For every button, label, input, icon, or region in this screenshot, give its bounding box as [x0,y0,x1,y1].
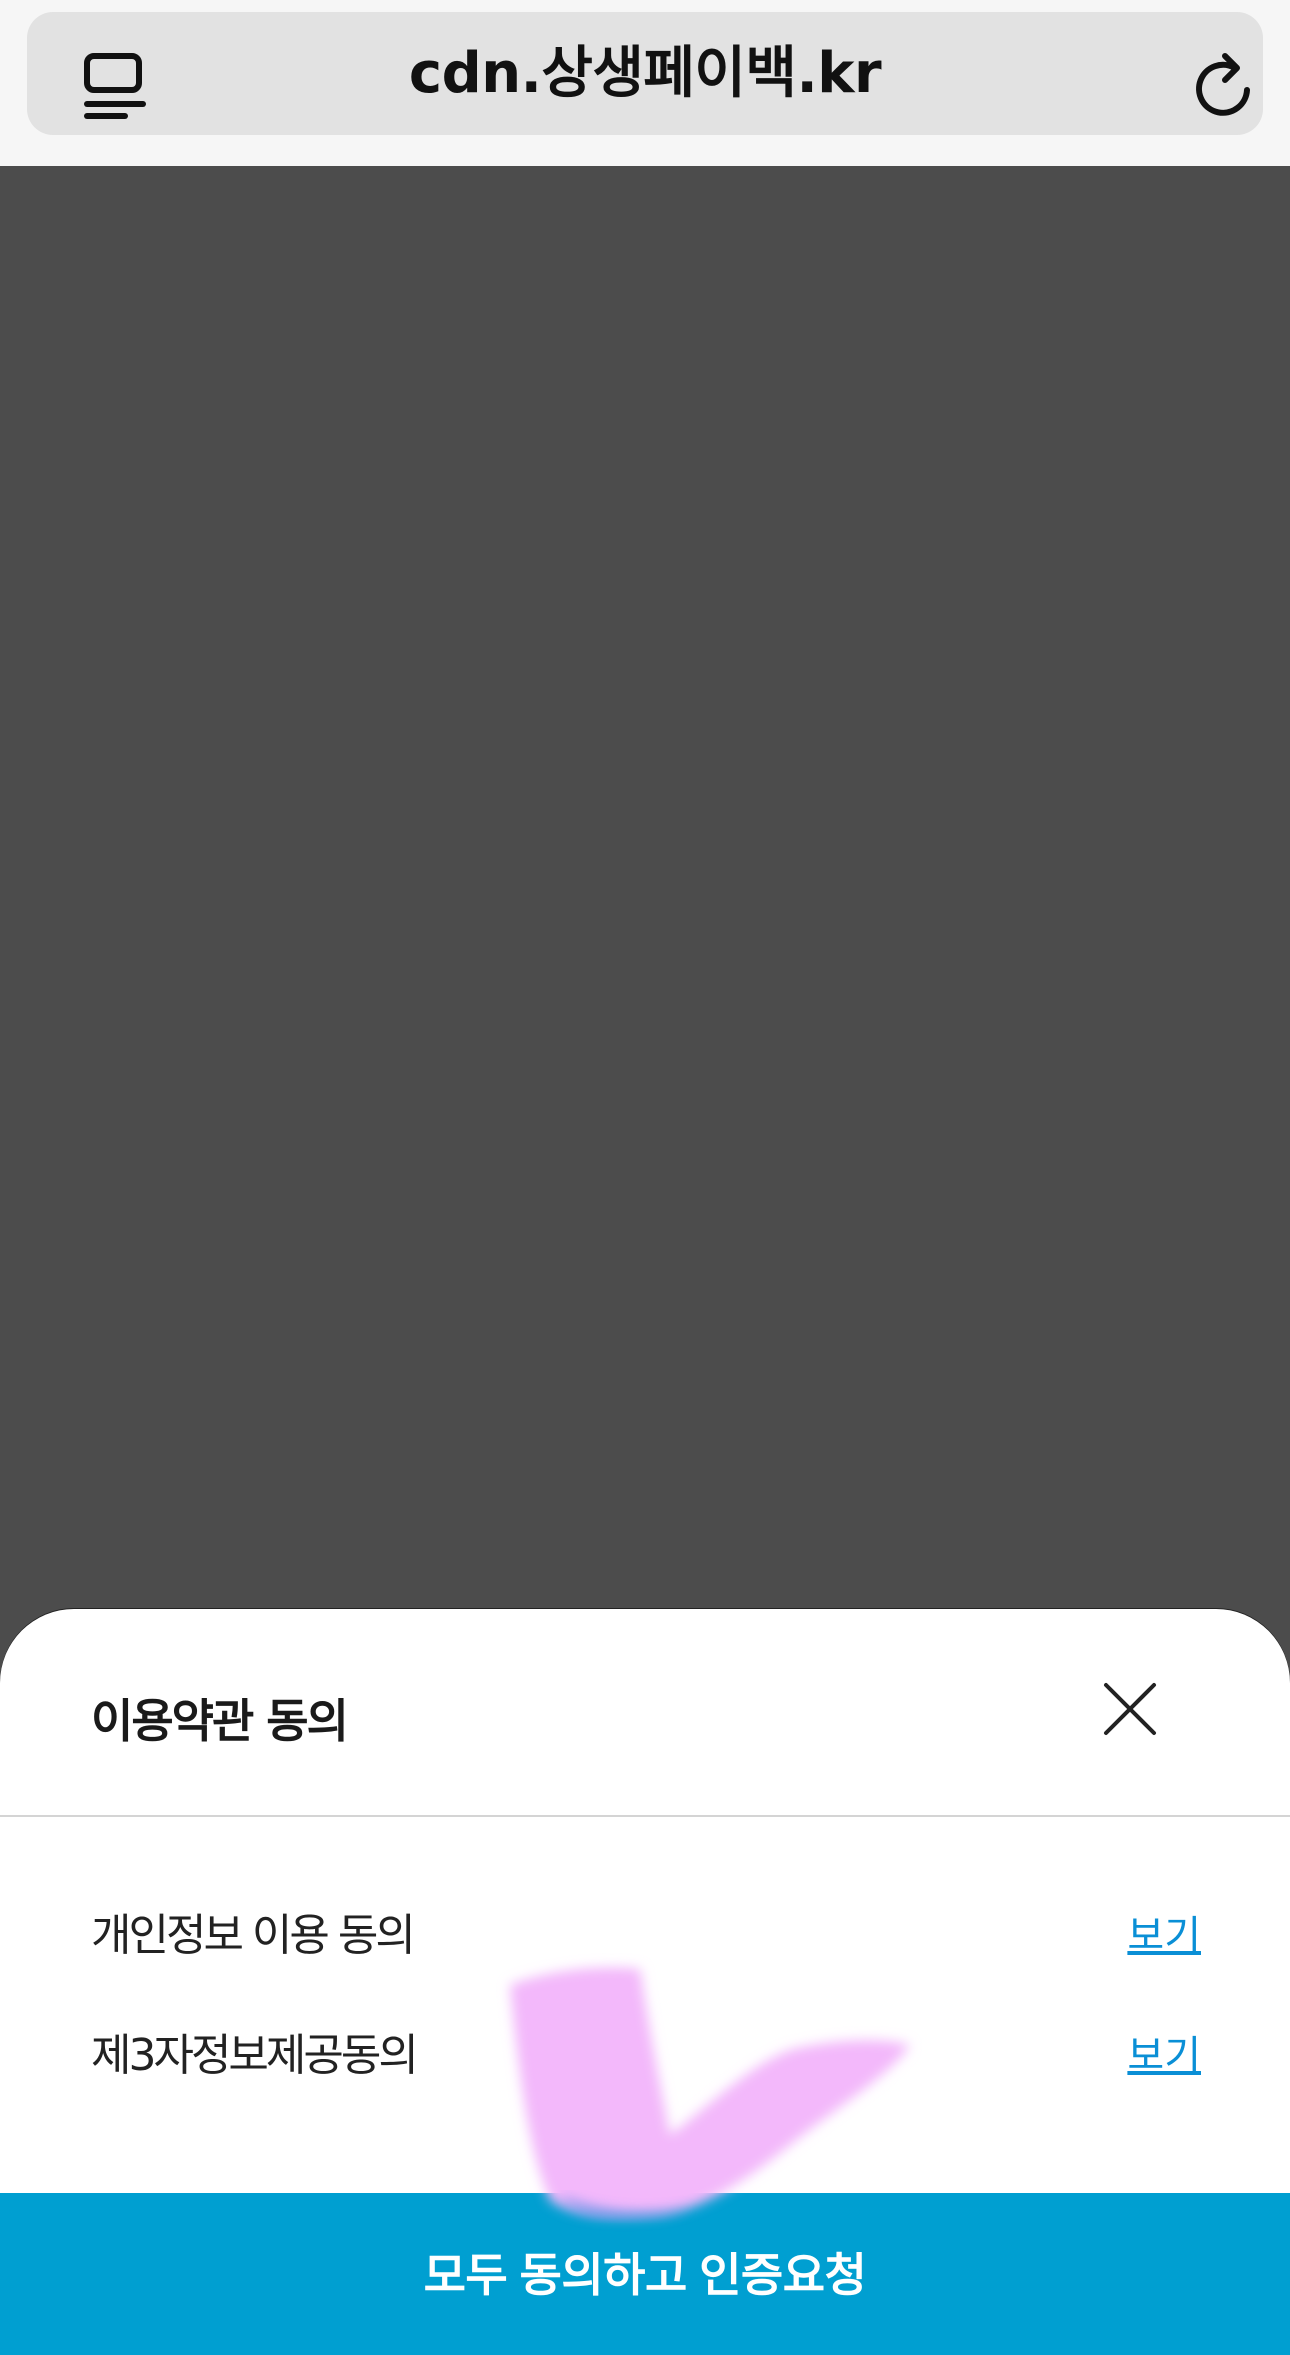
terms-item-third-party: 제3자정보제공동의 보기 [91,2021,1201,2091]
terms-label: 제3자정보제공동의 [91,2030,419,2081]
reload-icon[interactable] [1195,50,1259,120]
view-terms-link[interactable]: 보기 [1127,1901,1201,1971]
url-text: cdn.상생페이백.kr [408,41,882,106]
browser-toolbar: cdn.상생페이백.kr [0,0,1290,166]
close-icon[interactable] [1100,1679,1160,1739]
terms-bottom-sheet: 이용약관 동의 개인정보 이용 동의 보기 제3자정보제공동의 보기 모두 동의… [0,1609,1290,2355]
view-terms-link[interactable]: 보기 [1127,2021,1201,2091]
page-overlay[interactable] [0,166,1290,1610]
sheet-title: 이용약관 동의 [91,1694,349,1748]
address-bar[interactable]: cdn.상생페이백.kr [27,12,1263,135]
sheet-divider [0,1815,1290,1817]
agree-all-button[interactable]: 모두 동의하고 인증요청 [0,2193,1290,2355]
terms-label: 개인정보 이용 동의 [91,1910,416,1961]
terms-item-privacy: 개인정보 이용 동의 보기 [91,1901,1201,1971]
